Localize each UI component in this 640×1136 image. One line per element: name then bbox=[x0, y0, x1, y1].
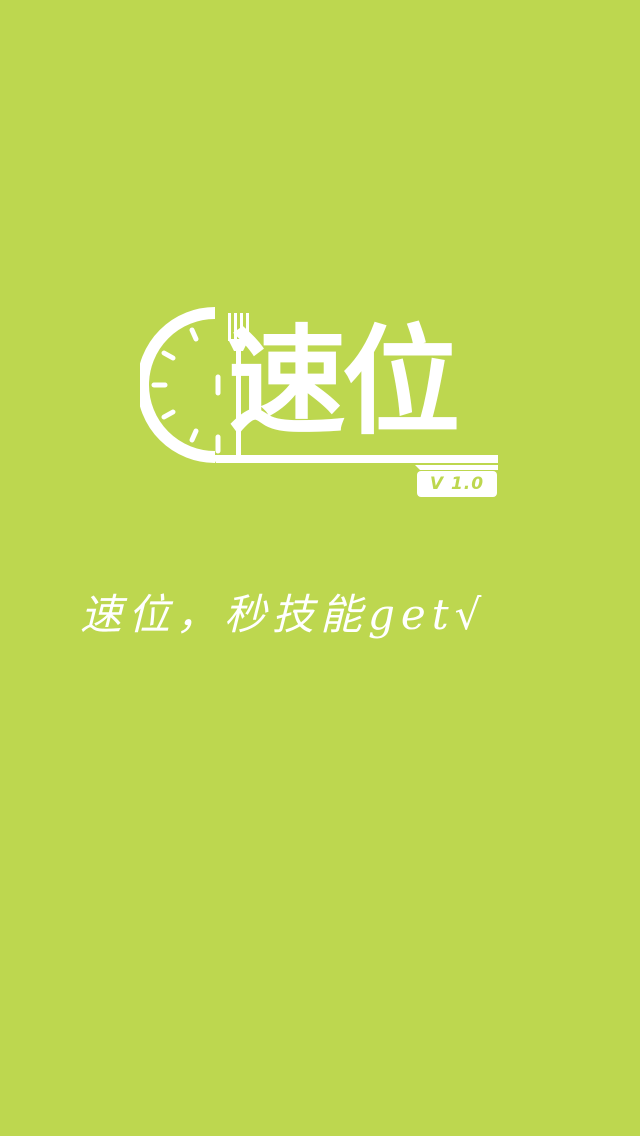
version-badge: V 1.0 bbox=[417, 471, 497, 497]
logo-wordmark: 速位 bbox=[228, 313, 460, 451]
slogan-text: 速位，秒技能get√ bbox=[80, 590, 488, 639]
app-logo: 速位 V 1.0 bbox=[140, 305, 510, 505]
splash-screen: 速位 V 1.0 速位，秒技能get√ bbox=[0, 0, 640, 1136]
